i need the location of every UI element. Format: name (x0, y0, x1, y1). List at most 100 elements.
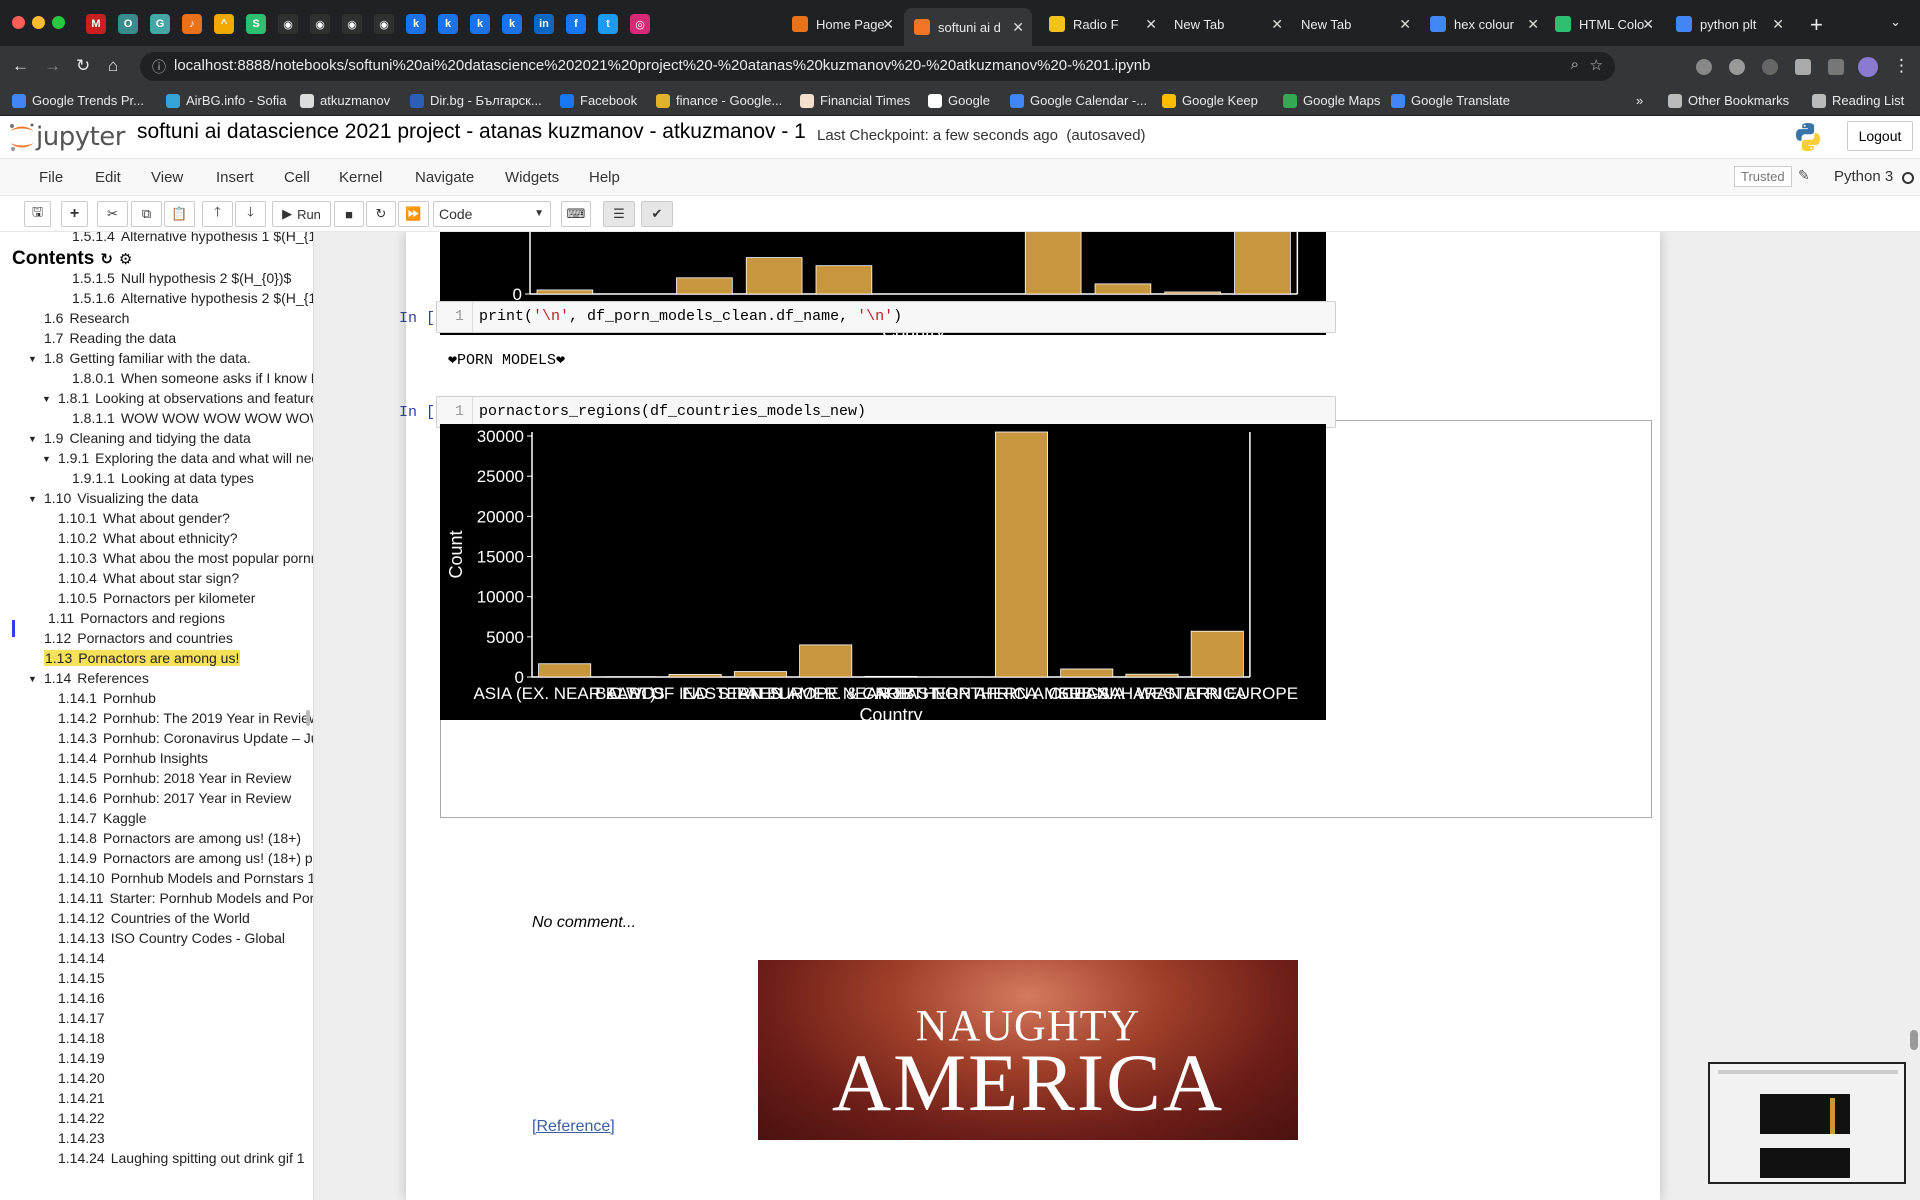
toc-item[interactable]: 1.6 Research (44, 310, 129, 326)
new-tab-button[interactable]: + (1810, 12, 1823, 38)
toc-item[interactable]: 1.14.2 Pornhub: The 2019 Year in Review (58, 710, 313, 726)
close-tab-icon[interactable]: ✕ (1527, 16, 1539, 33)
hat-icon[interactable]: ^ (214, 14, 234, 34)
restart-button[interactable]: ↻ (366, 201, 396, 227)
forward-icon[interactable]: → (44, 56, 61, 76)
odysee-icon[interactable]: O (118, 14, 138, 34)
instagram-icon[interactable]: ◎ (630, 14, 650, 34)
other-bookmarks[interactable]: Other Bookmarks (1668, 93, 1789, 108)
extension-icon[interactable] (1762, 59, 1778, 75)
bookmark-item[interactable]: AirBG.info - Sofia (166, 93, 286, 108)
toc-item[interactable]: 1.10.4 What about star sign? (58, 570, 239, 586)
github-icon[interactable]: ◉ (342, 14, 362, 34)
maximize-window-button[interactable] (52, 16, 65, 29)
toc-item[interactable]: 1.14.4 Pornhub Insights (58, 750, 208, 766)
toc-item[interactable]: 1.10.3 What abou the most popular pornnam… (58, 550, 313, 566)
refresh-icon[interactable]: ↻ (100, 250, 113, 268)
toc-item[interactable]: 1.5.1.5 Null hypothesis 2 $(H_{0})$ (72, 270, 291, 286)
restart-run-all-button[interactable]: ⏩ (398, 201, 429, 227)
close-tab-icon[interactable]: ✕ (1772, 16, 1784, 33)
notebook-title[interactable]: softuni ai datascience 2021 project - at… (137, 120, 806, 144)
run-button[interactable]: ▶ Run (272, 201, 331, 227)
back-icon[interactable]: ← (12, 56, 29, 76)
k-icon[interactable]: k (438, 14, 458, 34)
bookmark-item[interactable]: Google Trends Pr... (12, 93, 144, 108)
close-tab-icon[interactable]: ✕ (1145, 16, 1157, 33)
toc-item[interactable]: 1.14.16 (58, 990, 111, 1006)
toc-item[interactable]: 1.11 Pornactors and regions (48, 610, 225, 626)
trusted-badge[interactable]: Trusted (1734, 166, 1792, 187)
menu-kernel[interactable]: Kernel (339, 169, 382, 186)
browser-tab[interactable]: softuni ai d ✕ (904, 8, 1032, 46)
toc-item[interactable]: 1.14.23 (58, 1130, 111, 1146)
browser-tab[interactable]: python plt ✕ (1666, 8, 1792, 40)
k-icon[interactable]: k (470, 14, 490, 34)
home-icon[interactable]: ⌂ (108, 56, 118, 76)
bookmark-item[interactable]: Financial Times (800, 93, 910, 108)
toc-item[interactable]: 1.14.7 Kaggle (58, 810, 147, 826)
toc-item[interactable]: 1.14.14 (58, 950, 111, 966)
toc-item[interactable]: 1.14.18 (58, 1030, 111, 1046)
menu-cell[interactable]: Cell (284, 169, 310, 186)
info-icon[interactable]: ⓘ (152, 57, 166, 77)
toc-item[interactable]: 1.14.9 Pornactors are among us! (18+) pic… (58, 850, 313, 866)
bookmark-item[interactable]: atkuzmanov (300, 93, 390, 108)
kernel-name[interactable]: Python 3 (1834, 168, 1893, 185)
toc-item[interactable]: ▼ 1.9.1 Exploring the data and what will n… (42, 450, 313, 466)
cell-type-select[interactable]: Code ▼ (433, 201, 551, 227)
browser-tab[interactable]: New Tab ✕ (1291, 8, 1419, 40)
jupyter-logo[interactable]: jupyter (8, 122, 125, 152)
logout-button[interactable]: Logout (1847, 121, 1913, 151)
toc-item[interactable]: 1.9.1.1 Looking at data types (72, 470, 254, 486)
bookmark-item[interactable]: Google Maps (1283, 93, 1380, 108)
notebook-minimap[interactable] (1708, 1062, 1906, 1184)
close-tab-icon[interactable]: ✕ (1642, 16, 1654, 33)
collapse-arrow-icon[interactable]: ▼ (42, 454, 51, 464)
cut-button[interactable]: ✂ (97, 201, 128, 227)
toc-item[interactable]: 1.13 Pornactors are among us! (44, 650, 241, 666)
bell-icon[interactable]: ♪ (182, 14, 202, 34)
browser-tab[interactable]: Home Page ✕ (782, 8, 902, 40)
close-tab-icon[interactable]: ✕ (1012, 19, 1024, 36)
menu-view[interactable]: View (151, 169, 183, 186)
toc-item[interactable]: 1.14.22 (58, 1110, 111, 1126)
toc-item[interactable]: 1.12 Pornactors and countries (44, 630, 233, 646)
check-button[interactable]: ✔ (641, 201, 673, 227)
avatar[interactable] (1858, 57, 1878, 77)
adblock-icon[interactable] (1696, 59, 1712, 75)
gear-icon[interactable]: ⚙ (119, 250, 132, 268)
bookmark-item[interactable]: Google Keep (1162, 93, 1258, 108)
sidebar-scrollbar[interactable] (306, 710, 310, 726)
toc-item[interactable]: 1.14.3 Pornhub: Coronavirus Update – June… (58, 730, 313, 746)
twitter-icon[interactable]: t (598, 14, 618, 34)
collapse-arrow-icon[interactable]: ▼ (28, 494, 37, 504)
toc-item[interactable]: 1.14.6 Pornhub: 2017 Year in Review (58, 790, 291, 806)
command-palette-button[interactable]: ⌨ (561, 201, 591, 227)
toc-item[interactable]: 1.14.13 ISO Country Codes - Global (58, 930, 285, 946)
bookmark-item[interactable]: Google Translate (1391, 93, 1510, 108)
linkedin-icon[interactable]: in (534, 14, 554, 34)
collapse-arrow-icon[interactable]: ▼ (28, 674, 37, 684)
toc-item[interactable]: 1.14.21 (58, 1090, 111, 1106)
toc-item[interactable]: 1.14.24 Laughing spitting out drink gif 1 (58, 1150, 305, 1166)
facebook-icon[interactable]: f (566, 14, 586, 34)
toc-item[interactable]: 1.14.15 (58, 970, 111, 986)
more-menu-icon[interactable]: ⋮ (1893, 56, 1910, 76)
extension-icon[interactable] (1729, 59, 1745, 75)
toc-item[interactable]: 1.14.10 Pornhub Models and Pornstars 18+ (58, 870, 313, 886)
minimize-window-button[interactable] (32, 16, 45, 29)
toc-item[interactable]: 1.14.8 Pornactors are among us! (18+) (58, 830, 301, 846)
menu-navigate[interactable]: Navigate (415, 169, 474, 186)
puzzle-icon[interactable] (1795, 59, 1811, 75)
move-down-button[interactable]: 🡓 (235, 201, 266, 227)
move-up-button[interactable]: 🡑 (202, 201, 233, 227)
circle-icon[interactable]: G (150, 14, 170, 34)
toc-item[interactable]: 1.10.1 What about gender? (58, 510, 230, 526)
toc-item[interactable]: 1.14.11 Starter: Pornhub Models and Porno… (58, 890, 313, 906)
collapse-arrow-icon[interactable]: ▼ (28, 354, 37, 364)
toc-item[interactable]: 1.7 Reading the data (44, 330, 176, 346)
code-cell-input[interactable]: 1 print('\n', df_porn_models_clean.df_na… (436, 301, 1336, 333)
toc-item[interactable]: ▼ 1.8 Getting familiar with the data. (28, 350, 251, 366)
tab-search-icon[interactable]: ⌄ (1890, 14, 1901, 30)
k-icon[interactable]: k (502, 14, 522, 34)
